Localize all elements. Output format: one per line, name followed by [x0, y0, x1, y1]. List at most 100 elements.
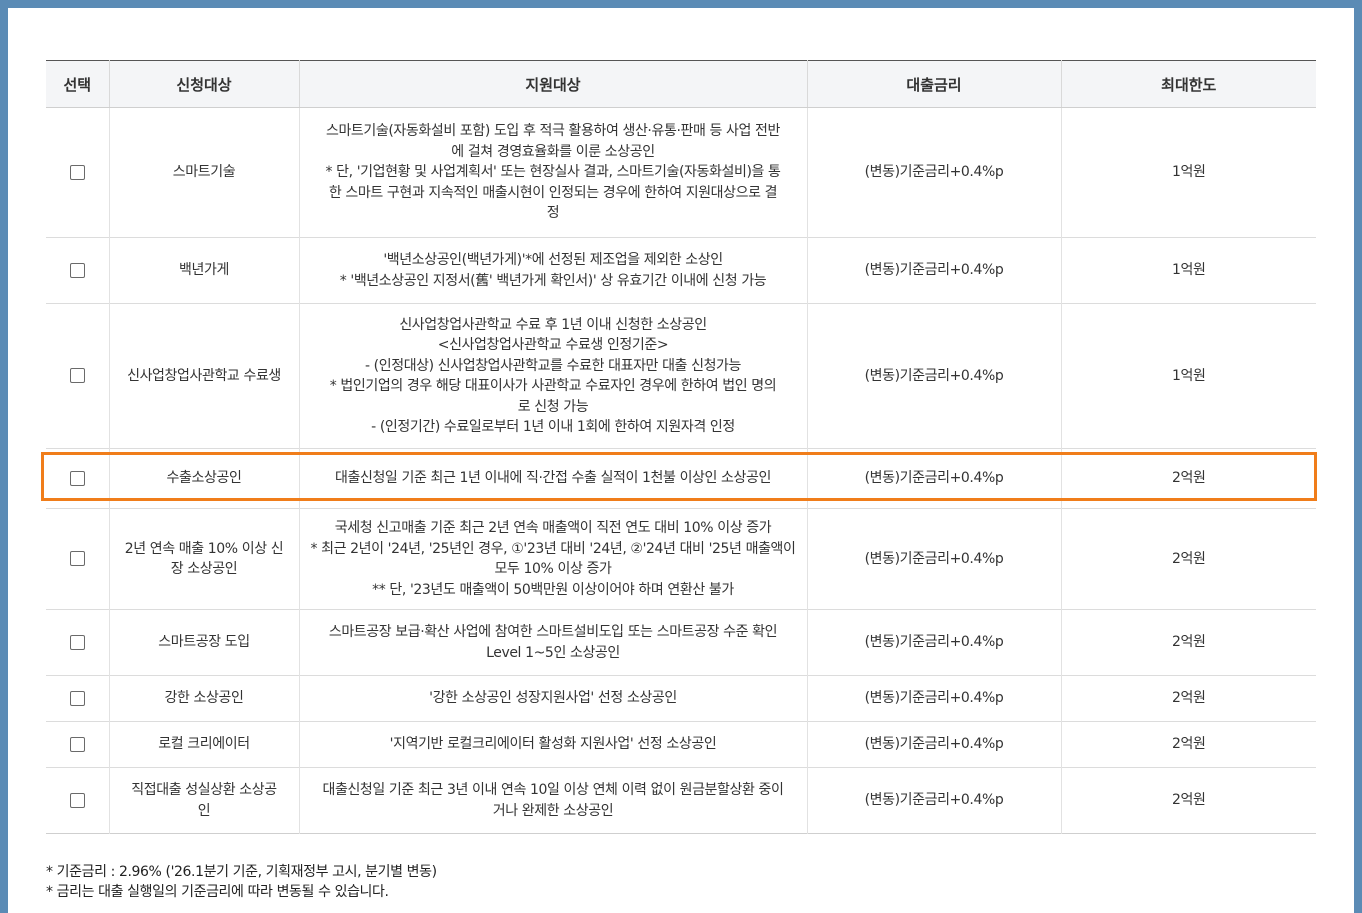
footnote-rate-change: * 금리는 대출 실행일의 기준금리에 따라 변동될 수 있습니다.	[46, 884, 389, 900]
support-cell: '백년소상공인(백년가게)'*에 선정된 제조업을 제외한 소상인 * '백년소상…	[298, 237, 807, 304]
table-row: 백년가게 '백년소상공인(백년가게)'*에 선정된 제조업을 제외한 소상인 * '…	[46, 237, 1316, 304]
target-cell: 백년가게	[108, 237, 299, 304]
support-text-line: ** 단, '23년도 매출액이 50백만원 이상이어야 하며 연환산 불가	[372, 581, 734, 598]
limit-cell: 2억원	[1060, 609, 1316, 676]
rate-cell: (변동)기준금리+0.4%p	[806, 448, 1061, 509]
support-text-line: - (인정기간) 수료일로부터 1년 이내 1회에 한하여 지원자격 인정	[371, 419, 735, 435]
support-cell: '지역기반 로컬크리에이터 활성화 지원사업' 선정 소상공인	[298, 721, 807, 768]
row-checkbox[interactable]	[69, 792, 85, 808]
target-text: 인	[197, 802, 211, 819]
target-text: 스마트기술	[172, 164, 236, 181]
support-text-line: * 단, '기업현황 및 사업계획서' 또는 현장실사 결과, 스마트기술(자동…	[325, 164, 781, 181]
support-text-line: Level 1~5인 소상공인	[486, 644, 620, 661]
footnote-base-rate: * 기준금리 : 2.96% ('26.1분기 기준, 기획재정부 고시, 분기…	[46, 864, 437, 880]
loan-table: 선택 신청대상 지원대상 대출금리 최대한도 스마트기술 스마트기술(자동화설비 …	[46, 60, 1316, 834]
rate-cell: (변동)기준금리+0.4%p	[806, 508, 1061, 610]
support-text-line: 국세청 신고매출 기준 최근 2년 연속 매출액이 직전 연도 대비 10% 이…	[334, 520, 772, 536]
content-panel: 선택 신청대상 지원대상 대출금리 최대한도 스마트기술 스마트기술(자동화설비 …	[8, 8, 1354, 913]
table-row: 수출소상공인 대출신청일 기준 최근 1년 이내에 직·간접 수출 실적이 1천불…	[46, 448, 1316, 509]
support-text-line: 로 신청 가능	[517, 398, 589, 415]
select-cell	[46, 609, 109, 676]
select-cell	[46, 303, 109, 449]
target-cell: 스마트기술	[108, 107, 299, 238]
support-text-line: * '백년소상공인 지정서(舊' 백년가게 확인서)' 상 유효기간 이내에 신…	[339, 272, 767, 289]
support-text-line: * 법인기업의 경우 해당 대표이사가 사관학교 수료자인 경우에 한하여 법인…	[329, 378, 777, 394]
row-checkbox[interactable]	[69, 368, 85, 384]
row-checkbox[interactable]	[69, 634, 85, 650]
rate-cell: (변동)기준금리+0.4%p	[806, 675, 1061, 722]
row-checkbox[interactable]	[69, 164, 85, 180]
footnotes: * 기준금리 : 2.96% ('26.1분기 기준, 기획재정부 고시, 분기…	[46, 862, 437, 902]
header-rate: 대출금리	[806, 60, 1061, 108]
header-support: 지원대상	[298, 60, 807, 108]
limit-cell: 1억원	[1060, 237, 1316, 304]
row-checkbox[interactable]	[69, 470, 85, 486]
limit-cell: 2억원	[1060, 767, 1316, 834]
rate-cell: (변동)기준금리+0.4%p	[806, 721, 1061, 768]
target-text: 스마트공장 도입	[158, 634, 250, 651]
row-checkbox[interactable]	[69, 736, 85, 752]
target-cell: 직접대출 성실상환 소상공인	[108, 767, 299, 834]
target-cell: 신사업창업사관학교 수료생	[108, 303, 299, 449]
support-text-line: - (인정대상) 신사업창업사관학교를 수료한 대표자만 대출 신청가능	[364, 357, 742, 374]
table-row: 2년 연속 매출 10% 이상 신장 소상공인 국세청 신고매출 기준 최근 2년…	[46, 508, 1316, 610]
target-cell: 스마트공장 도입	[108, 609, 299, 676]
target-text: 수출소상공인	[166, 470, 242, 487]
target-text: 장 소상공인	[170, 561, 238, 577]
header-target: 신청대상	[108, 60, 299, 108]
support-cell: 스마트기술(자동화설비 포함) 도입 후 적극 활용하여 생산·유통·판매 등 …	[298, 107, 807, 238]
table-row: 스마트공장 도입 스마트공장 보급·확산 사업에 참여한 스마트설비도입 또는 스…	[46, 609, 1316, 676]
select-cell	[46, 107, 109, 238]
rate-cell: (변동)기준금리+0.4%p	[806, 107, 1061, 238]
table-row: 로컬 크리에이터 '지역기반 로컬크리에이터 활성화 지원사업' 선정 소상공인 (…	[46, 721, 1316, 768]
support-text-line: <신사업창업사관학교 수료생 인정기준>	[437, 337, 669, 353]
limit-cell: 1억원	[1060, 303, 1316, 449]
row-checkbox[interactable]	[69, 551, 85, 567]
select-cell	[46, 767, 109, 834]
table-row: 신사업창업사관학교 수료생 신사업창업사관학교 수료 후 1년 이내 신청한 소상…	[46, 303, 1316, 449]
header-select: 선택	[46, 60, 109, 108]
select-cell	[46, 508, 109, 610]
target-text: 직접대출 성실상환 소상공	[131, 782, 277, 798]
limit-cell: 2억원	[1060, 675, 1316, 722]
support-cell: 대출신청일 기준 최근 1년 이내에 직·간접 수출 실적이 1천불 이상인 소…	[298, 448, 807, 509]
rate-cell: (변동)기준금리+0.4%p	[806, 609, 1061, 676]
limit-cell: 2억원	[1060, 508, 1316, 610]
header-limit: 최대한도	[1060, 60, 1316, 108]
support-text-line: 거나 완제한 소상공인	[492, 802, 614, 819]
support-text-line: '지역기반 로컬크리에이터 활성화 지원사업' 선정 소상공인	[389, 736, 717, 753]
select-cell	[46, 721, 109, 768]
support-cell: 국세청 신고매출 기준 최근 2년 연속 매출액이 직전 연도 대비 10% 이…	[298, 508, 807, 610]
target-cell: 강한 소상공인	[108, 675, 299, 722]
support-text-line: 한 스마트 구현과 지속적인 매출시현이 인정되는 경우에 한하여 지원대상으로…	[328, 184, 778, 201]
support-cell: 스마트공장 보급·확산 사업에 참여한 스마트설비도입 또는 스마트공장 수준 …	[298, 609, 807, 676]
target-text: 로컬 크리에이터	[158, 736, 250, 753]
row-checkbox[interactable]	[69, 690, 85, 706]
support-text-line: '강한 소상공인 성장지원사업' 선정 소상공인	[429, 690, 677, 707]
support-text-line: 정	[546, 205, 560, 222]
support-text-line: 대출신청일 기준 최근 3년 이내 연속 10일 이상 연체 이력 없이 원금분…	[322, 782, 784, 798]
support-text-line: 에 걸쳐 경영효율화를 이룬 소상공인	[451, 143, 655, 160]
support-cell: '강한 소상공인 성장지원사업' 선정 소상공인	[298, 675, 807, 722]
target-cell: 2년 연속 매출 10% 이상 신장 소상공인	[108, 508, 299, 610]
rate-cell: (변동)기준금리+0.4%p	[806, 303, 1061, 449]
support-text-line: * 최근 2년이 '24년, '25년인 경우, ①'23년 대비 '24년, …	[310, 540, 796, 557]
select-cell	[46, 237, 109, 304]
select-cell	[46, 448, 109, 509]
table-header-row: 선택 신청대상 지원대상 대출금리 최대한도	[46, 60, 1316, 108]
target-text: 강한 소상공인	[164, 690, 244, 707]
rate-cell: (변동)기준금리+0.4%p	[806, 237, 1061, 304]
rate-cell: (변동)기준금리+0.4%p	[806, 767, 1061, 834]
table-row: 스마트기술 스마트기술(자동화설비 포함) 도입 후 적극 활용하여 생산·유통·…	[46, 107, 1316, 238]
support-text-line: '백년소상공인(백년가게)'*에 선정된 제조업을 제외한 소상인	[383, 252, 723, 268]
support-cell: 신사업창업사관학교 수료 후 1년 이내 신청한 소상공인 <신사업창업사관학교 …	[298, 303, 807, 449]
table-row: 강한 소상공인 '강한 소상공인 성장지원사업' 선정 소상공인 (변동)기준금리+…	[46, 675, 1316, 722]
row-checkbox[interactable]	[69, 262, 85, 278]
support-text-line: 모두 10% 이상 증가	[494, 561, 612, 577]
limit-cell: 1억원	[1060, 107, 1316, 238]
support-text-line: 신사업창업사관학교 수료 후 1년 이내 신청한 소상공인	[399, 316, 707, 333]
target-cell: 로컬 크리에이터	[108, 721, 299, 768]
support-cell: 대출신청일 기준 최근 3년 이내 연속 10일 이상 연체 이력 없이 원금분…	[298, 767, 807, 834]
table-row: 직접대출 성실상환 소상공인 대출신청일 기준 최근 3년 이내 연속 10일 이…	[46, 767, 1316, 834]
support-text-line: 스마트기술(자동화설비 포함) 도입 후 적극 활용하여 생산·유통·판매 등 …	[325, 123, 781, 140]
